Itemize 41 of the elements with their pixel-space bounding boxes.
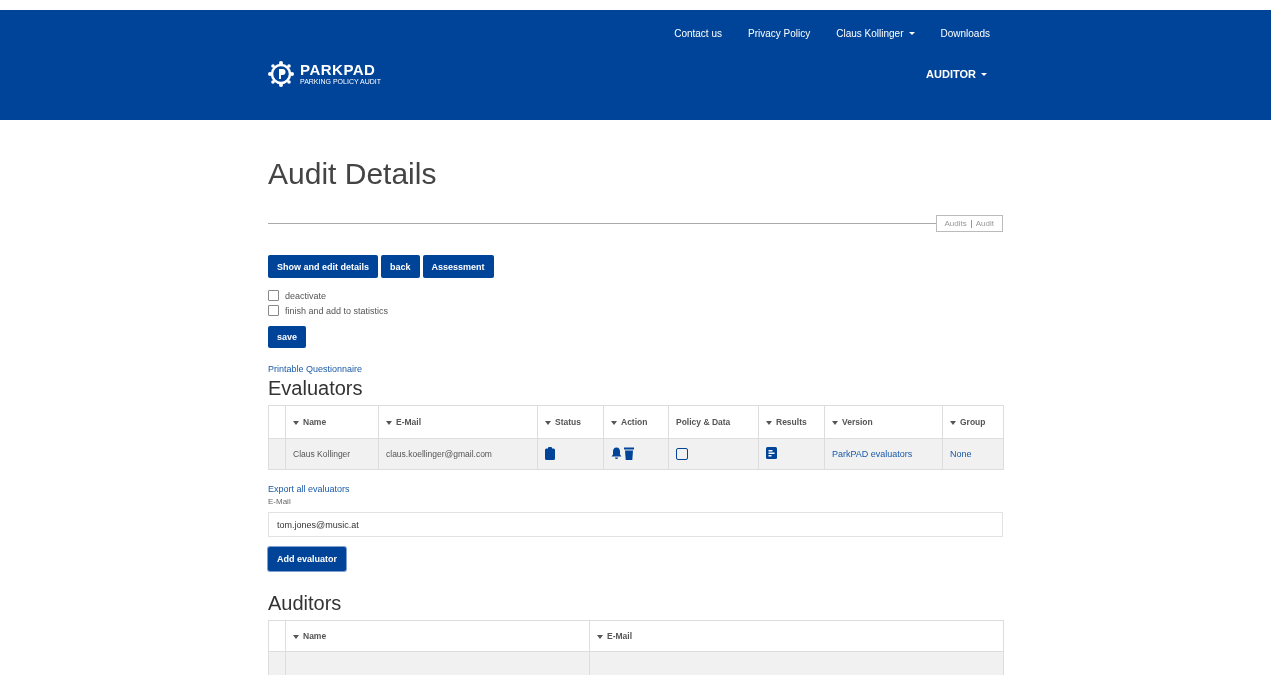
section-title: Evaluators	[268, 376, 364, 400]
clipboard-icon[interactable]	[545, 446, 555, 460]
checkbox[interactable]	[268, 290, 279, 301]
logo-icon	[268, 61, 294, 87]
checkbox[interactable]	[268, 305, 279, 316]
bell-icon[interactable]	[611, 447, 622, 460]
trash-icon[interactable]	[624, 446, 634, 460]
action-button[interactable]: Show and edit details	[268, 255, 378, 278]
field-label: E-Mail	[268, 497, 292, 506]
column-header[interactable]: Policy & Data	[668, 405, 759, 439]
email-input-field[interactable]: tom.jones@music.at	[268, 512, 1003, 537]
column-header[interactable]: E-Mail	[589, 620, 1004, 652]
action-button[interactable]: Assessment	[422, 255, 494, 278]
section-title: Auditors	[268, 591, 343, 615]
checkbox-label: finish and add to statistics	[285, 305, 389, 316]
column-header[interactable]: Status	[537, 405, 604, 439]
top-nav-link[interactable]: Claus Kollinger	[836, 28, 915, 39]
table-cell: Claus Kollinger	[285, 438, 379, 470]
column-header[interactable]: Group	[942, 405, 1004, 439]
column-header[interactable]: Action	[603, 405, 669, 439]
column-header[interactable]: Name	[285, 620, 590, 652]
save-button[interactable]: save	[268, 326, 307, 348]
column-header[interactable]: Results	[758, 405, 825, 439]
checkbox-label: deactivate	[285, 290, 327, 301]
brand-name: PARKPAD	[300, 62, 377, 78]
role-menu[interactable]: AUDITOR	[926, 68, 987, 80]
add-evaluator-button[interactable]: Add evaluator	[268, 547, 346, 571]
document-icon[interactable]	[766, 447, 777, 459]
column-header[interactable]: E-Mail	[378, 405, 538, 439]
checkbox[interactable]	[676, 448, 688, 460]
top-nav-link[interactable]: Privacy Policy	[748, 28, 811, 39]
page-title: Audit Details	[268, 156, 438, 192]
column-header[interactable]: Version	[824, 405, 943, 439]
table-cell: claus.koellinger@gmail.com	[378, 438, 538, 470]
printable-questionnaire-link[interactable]: Printable Questionnaire	[268, 364, 1003, 374]
top-nav-link[interactable]: Contact us	[674, 28, 722, 39]
action-button[interactable]: back	[381, 255, 420, 278]
column-header[interactable]: Name	[285, 405, 379, 439]
group-link[interactable]: None	[950, 449, 972, 459]
export-link[interactable]: Export all evaluators	[268, 484, 1003, 494]
top-nav-link[interactable]: Downloads	[940, 28, 990, 39]
